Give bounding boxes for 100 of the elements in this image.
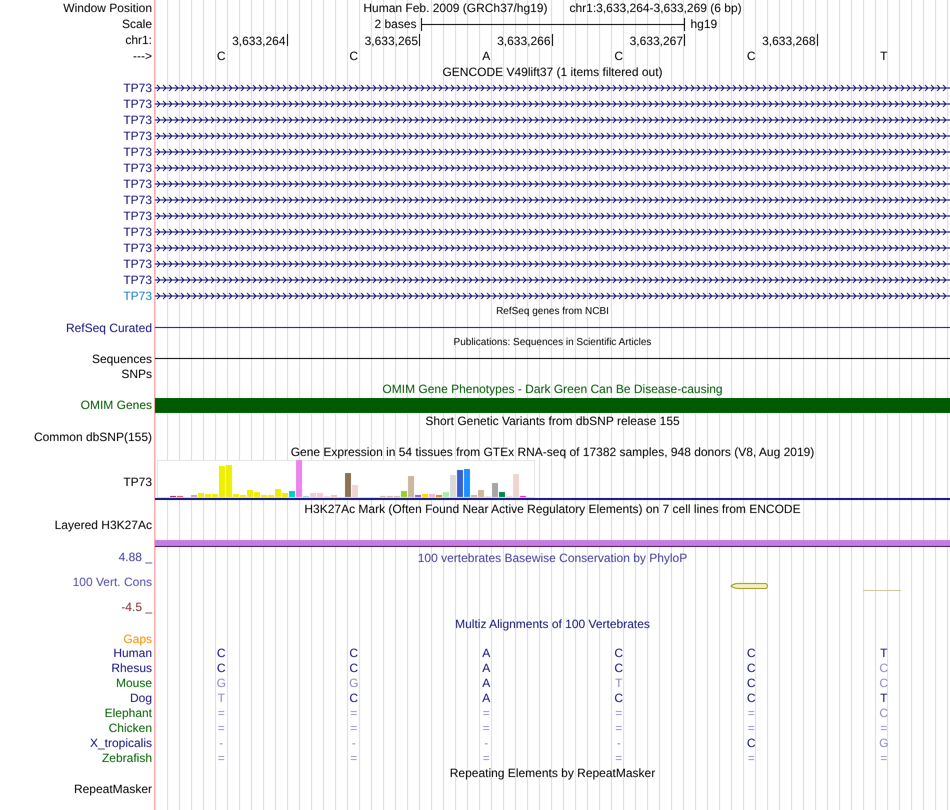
aligned-base: C <box>746 676 756 690</box>
gene-label[interactable]: TP73 <box>123 129 152 143</box>
track-title: Gene Expression in 54 tissues from GTEx RNA-seq of 17382 samples, 948 donors (V8, Aug 2019) <box>290 445 814 459</box>
track-label[interactable]: TP73 <box>123 475 152 489</box>
aligned-base: = <box>615 706 622 720</box>
track-title: H3K27Ac Mark (Often Found Near Active Regulatory Elements) on 7 cell lines from ENCODE <box>304 502 801 516</box>
aligned-base: = <box>482 750 490 764</box>
aligned-base: C <box>349 646 358 660</box>
row-label: Window Position <box>63 1 152 15</box>
track-title: 100 vertebrates Basewise Conservation by PhyloP <box>418 551 688 565</box>
aligned-base: A <box>482 690 490 704</box>
track-label[interactable]: Layered H3K27Ac <box>54 518 152 532</box>
aligned-base: = <box>748 706 755 720</box>
track-title: OMIM Gene Phenotypes - Dark Green Can Be Disease-causing <box>382 382 723 396</box>
axis-label: 4.88 _ <box>118 550 152 564</box>
track-title: Multiz Alignments of 100 Vertebrates <box>455 617 650 631</box>
aligned-base: G <box>879 736 888 750</box>
aligned-base: T <box>880 690 888 704</box>
gene-label[interactable]: TP73 <box>123 241 152 255</box>
aligned-base: C <box>216 660 226 674</box>
aligned-base: C <box>746 736 756 750</box>
aligned-base: T <box>880 646 888 660</box>
aligned-base: - <box>352 736 356 750</box>
aligned-base: C <box>879 676 888 690</box>
aligned-base: C <box>349 660 358 674</box>
track-label[interactable]: RepeatMasker <box>74 782 152 796</box>
ruler-position: 3,633,266 <box>497 34 550 48</box>
aligned-base: - <box>484 736 488 750</box>
aligned-base: = <box>482 706 490 720</box>
species-label: Elephant <box>104 706 152 720</box>
aligned-base: C <box>879 706 888 720</box>
gene-label[interactable]: TP73 <box>123 257 152 271</box>
aligned-base: C <box>746 660 756 674</box>
aligned-base: = <box>350 706 358 720</box>
aligned-base: C <box>216 646 226 660</box>
gene-label[interactable]: TP73 <box>123 113 152 127</box>
gene-label[interactable]: TP73 <box>123 289 152 303</box>
ruler-position: 3,633,267 <box>630 34 683 48</box>
base-letter: C <box>614 49 624 63</box>
aligned-base: = <box>615 720 622 734</box>
species-label: Rhesus <box>111 660 152 674</box>
aligned-base: C <box>349 690 358 704</box>
track-label[interactable]: Sequences <box>92 352 152 366</box>
aligned-base: C <box>746 690 756 704</box>
ruler-position: 3,633,265 <box>364 34 418 48</box>
aligned-base: = <box>880 750 888 764</box>
base-letter: C <box>349 49 358 63</box>
ruler-tick <box>816 34 818 46</box>
gene-label[interactable]: TP73 <box>123 225 152 239</box>
row-label: Scale <box>122 17 152 31</box>
track-label[interactable]: OMIM Genes <box>80 398 152 412</box>
track-label[interactable]: RefSeq Curated <box>66 320 152 334</box>
aligned-base: - <box>616 736 621 750</box>
track-title: Publications: Sequences in Scientific Articles <box>454 336 652 350</box>
gene-label[interactable]: TP73 <box>123 161 152 175</box>
gene-label[interactable]: TP73 <box>123 177 152 191</box>
track-label[interactable]: 100 Vert. Cons <box>72 575 152 589</box>
species-label: Chicken <box>108 720 152 734</box>
axis-label: -4.5 _ <box>121 600 152 614</box>
assembly-name: Human Feb. 2009 (GRCh37/hg19) <box>363 1 548 15</box>
gene-label[interactable]: TP73 <box>123 193 152 207</box>
aligned-base: T <box>218 690 225 704</box>
aligned-base: G <box>216 676 226 690</box>
signal-mark <box>730 582 770 590</box>
strand-arrow: ---> <box>133 49 152 63</box>
aligned-base: C <box>746 646 756 660</box>
track-title: RefSeq genes from NCBI <box>496 305 609 319</box>
base-letter: C <box>746 49 756 63</box>
aligned-base: = <box>350 750 358 764</box>
scale-bar-icon <box>420 18 684 30</box>
gene-label[interactable]: TP73 <box>123 97 152 111</box>
ruler-tick <box>684 34 685 46</box>
aligned-base: C <box>614 660 624 674</box>
gene-label[interactable]: TP73 <box>123 209 152 223</box>
species-label: Human <box>113 646 152 660</box>
base-letter: C <box>216 49 226 63</box>
aligned-base: = <box>748 720 755 734</box>
ruler-position: 3,633,264 <box>232 34 286 48</box>
aligned-base: A <box>482 646 490 660</box>
aligned-base: C <box>614 646 624 660</box>
species-label: Dog <box>130 690 152 704</box>
aligned-base: C <box>614 690 624 704</box>
aligned-base: C <box>879 660 888 674</box>
aligned-base: = <box>350 720 358 734</box>
track-label[interactable]: SNPs <box>121 366 152 380</box>
aligned-base: T <box>615 676 622 690</box>
aligned-base: = <box>748 750 755 764</box>
track-title: GENCODE V49lift37 (1 items filtered out) <box>442 65 663 79</box>
gene-label[interactable]: TP73 <box>123 145 152 159</box>
signal-mark <box>863 589 901 592</box>
gene-label[interactable]: TP73 <box>123 81 152 95</box>
gene-label[interactable]: TP73 <box>123 273 152 287</box>
aligned-base: = <box>218 706 225 720</box>
species-label: Mouse <box>116 676 152 690</box>
aligned-base: = <box>482 720 490 734</box>
track-label[interactable]: Common dbSNP(155) <box>34 430 152 444</box>
base-letter: T <box>880 49 888 63</box>
aligned-base: = <box>218 750 225 764</box>
aligned-base: A <box>482 660 490 674</box>
aligned-base: - <box>219 736 224 750</box>
